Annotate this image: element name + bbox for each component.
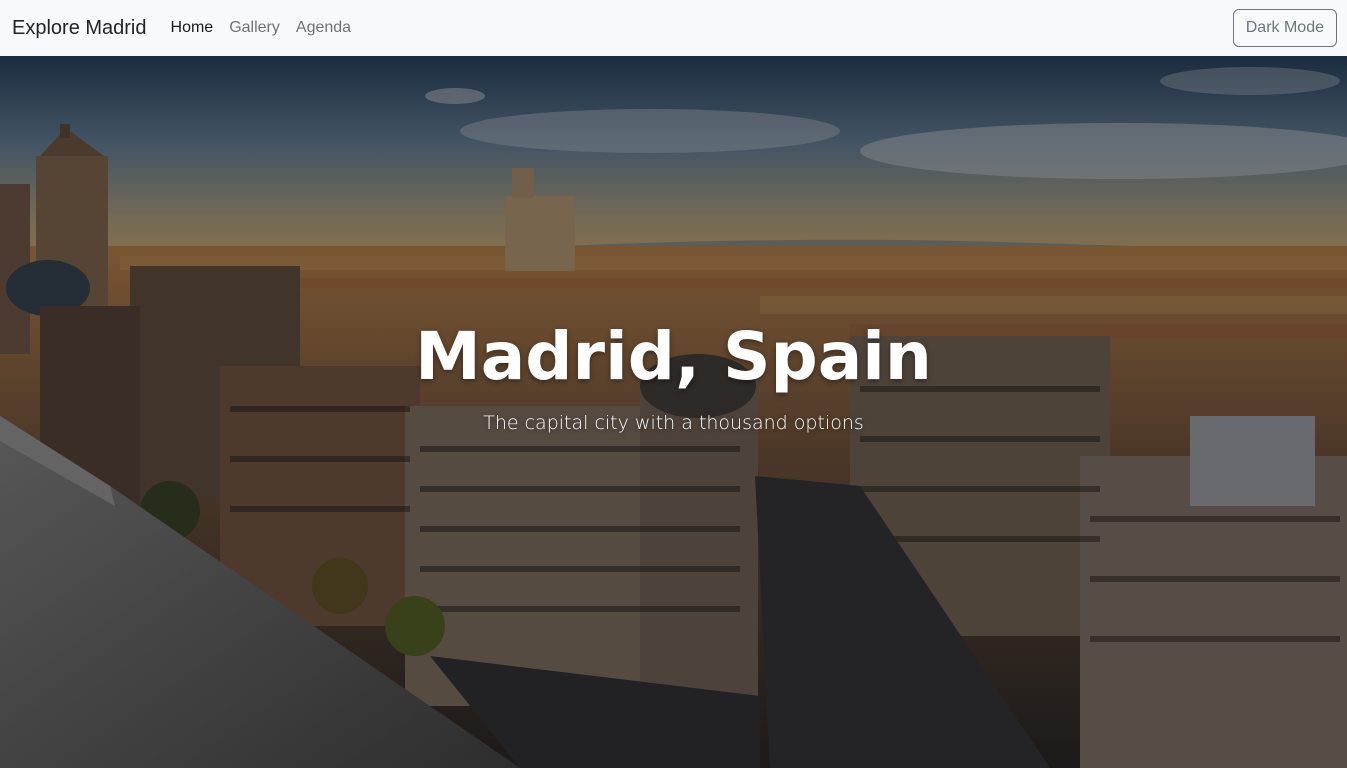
brand-link[interactable]: Explore Madrid bbox=[12, 17, 147, 40]
nav-link-gallery[interactable]: Gallery bbox=[229, 19, 280, 37]
nav-links: Home Gallery Agenda bbox=[171, 19, 352, 37]
nav-link-home[interactable]: Home bbox=[171, 19, 214, 37]
hero-title: Madrid, Spain bbox=[415, 318, 932, 395]
dark-mode-button[interactable]: Dark Mode bbox=[1232, 9, 1337, 47]
hero-section: Madrid, Spain The capital city with a th… bbox=[0, 56, 1347, 768]
hero-subtitle: The capital city with a thousand options bbox=[483, 412, 864, 434]
top-navbar: Explore Madrid Home Gallery Agenda Dark … bbox=[0, 0, 1347, 56]
hero-content: Madrid, Spain The capital city with a th… bbox=[0, 56, 1347, 768]
nav-link-agenda[interactable]: Agenda bbox=[296, 19, 351, 37]
